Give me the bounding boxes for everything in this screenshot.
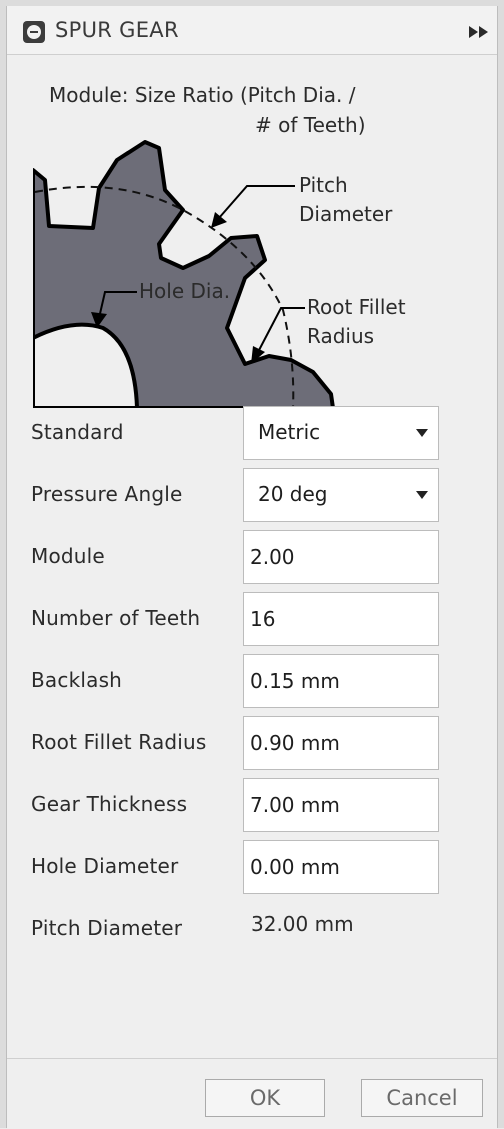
number-of-teeth-row: Number of Teeth bbox=[7, 592, 497, 646]
pressure-angle-select[interactable]: 20 deg bbox=[243, 468, 439, 522]
gear-thickness-input[interactable] bbox=[243, 778, 439, 832]
spur-gear-dialog: SPUR GEAR Module: Size Ratio (Pitch Dia.… bbox=[6, 6, 498, 1129]
pressure-angle-row: Pressure Angle 20 deg bbox=[7, 468, 497, 522]
module-input[interactable] bbox=[243, 530, 439, 584]
standard-select[interactable]: Metric bbox=[243, 406, 439, 460]
standard-row: Standard Metric bbox=[7, 406, 497, 460]
chevron-down-icon bbox=[416, 491, 428, 499]
root-fillet-radius-label: Root Fillet Radius bbox=[31, 730, 207, 754]
gear-thickness-label: Gear Thickness bbox=[31, 792, 188, 816]
diagram-caption-line2: # of Teeth) bbox=[255, 113, 366, 137]
module-row: Module bbox=[7, 530, 497, 584]
double-chevron-right-icon[interactable] bbox=[469, 26, 489, 38]
root-fillet-radius-input[interactable] bbox=[243, 716, 439, 770]
diagram-label-hole: Hole Dia. bbox=[139, 279, 230, 303]
standard-select-value: Metric bbox=[258, 420, 321, 444]
pressure-angle-label: Pressure Angle bbox=[31, 482, 183, 506]
pitch-diameter-value: 32.00 mm bbox=[251, 912, 354, 936]
pressure-angle-select-value: 20 deg bbox=[258, 482, 328, 506]
dialog-title: SPUR GEAR bbox=[55, 18, 179, 42]
dialog-footer: OK Cancel bbox=[7, 1058, 497, 1129]
backlash-label: Backlash bbox=[31, 668, 123, 692]
standard-label: Standard bbox=[31, 420, 124, 444]
pitch-diameter-label: Pitch Diameter bbox=[31, 916, 183, 940]
ok-button[interactable]: OK bbox=[205, 1079, 325, 1117]
cancel-button[interactable]: Cancel bbox=[361, 1079, 483, 1117]
hole-diameter-label: Hole Diameter bbox=[31, 854, 179, 878]
dialog-titlebar: SPUR GEAR bbox=[7, 6, 497, 55]
diagram-caption-line1: Module: Size Ratio (Pitch Dia. / bbox=[49, 83, 356, 107]
number-of-teeth-label: Number of Teeth bbox=[31, 606, 201, 630]
backlash-row: Backlash bbox=[7, 654, 497, 708]
diagram-label-pitch-line1: Pitch bbox=[299, 173, 348, 197]
gear-thickness-row: Gear Thickness bbox=[7, 778, 497, 832]
minus-circle-icon[interactable] bbox=[23, 21, 45, 43]
diagram-label-fillet-line1: Root Fillet bbox=[307, 295, 406, 319]
hole-diameter-row: Hole Diameter bbox=[7, 840, 497, 894]
hole-diameter-input[interactable] bbox=[243, 840, 439, 894]
pitch-diameter-row: Pitch Diameter 32.00 mm bbox=[7, 902, 497, 956]
chevron-down-icon bbox=[416, 429, 428, 437]
diagram-label-fillet-line2: Radius bbox=[307, 324, 374, 348]
module-label: Module bbox=[31, 544, 105, 568]
diagram-label-pitch-line2: Diameter bbox=[299, 202, 393, 226]
gear-diagram: Module: Size Ratio (Pitch Dia. / # of Te… bbox=[33, 83, 406, 408]
number-of-teeth-input[interactable] bbox=[243, 592, 439, 646]
root-fillet-radius-row: Root Fillet Radius bbox=[7, 716, 497, 770]
backlash-input[interactable] bbox=[243, 654, 439, 708]
